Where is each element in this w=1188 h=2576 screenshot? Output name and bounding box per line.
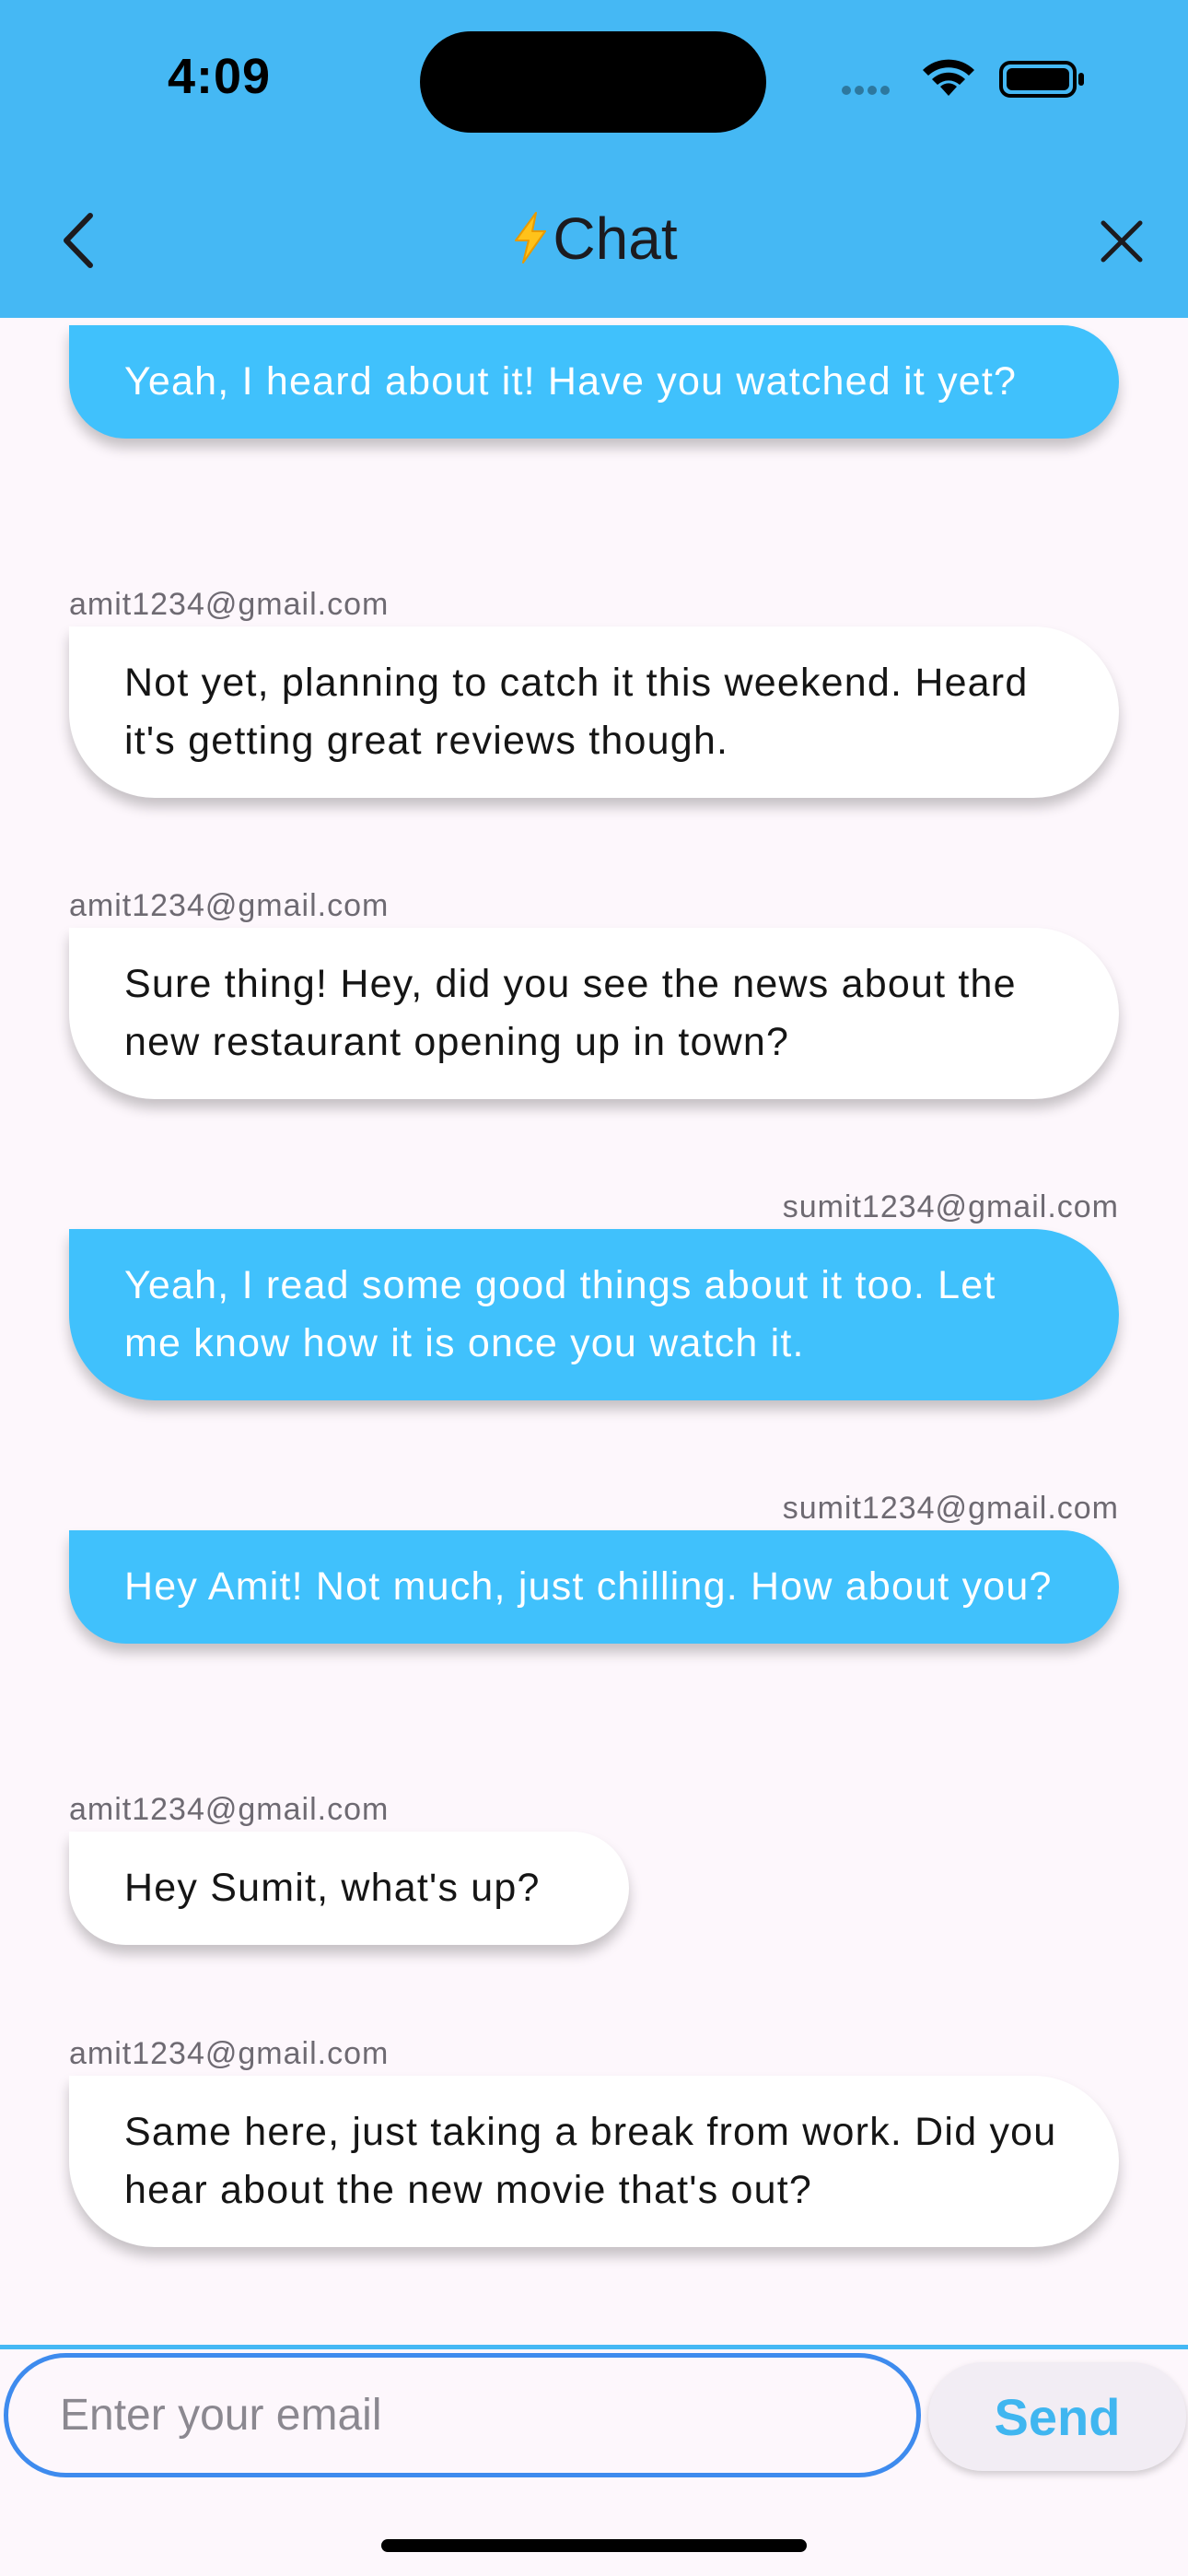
message-bubble-sent: Hey Amit! Not much, just chilling. How a… xyxy=(69,1530,1119,1644)
page-title: Chat xyxy=(0,205,1188,273)
message-text: Not yet, planning to catch it this weeke… xyxy=(124,661,1029,763)
close-icon[interactable] xyxy=(1096,216,1147,267)
message-sender: sumit1234@gmail.com xyxy=(782,1189,1119,1224)
message-input[interactable] xyxy=(4,2353,921,2477)
home-indicator[interactable] xyxy=(381,2539,807,2552)
message-sender: sumit1234@gmail.com xyxy=(782,1491,1119,1526)
message-list[interactable]: Yeah, I heard about it! Have you watched… xyxy=(0,318,1188,2345)
dynamic-island xyxy=(420,31,766,133)
message-bubble-received: Not yet, planning to catch it this weeke… xyxy=(69,626,1119,798)
app-header: 4:09 Chat xyxy=(0,0,1188,318)
message-sender: amit1234@gmail.com xyxy=(69,1792,390,1827)
message-text: Yeah, I heard about it! Have you watched… xyxy=(124,359,1018,404)
lightning-bolt-icon xyxy=(515,212,547,263)
message-bubble-sent: Yeah, I read some good things about it t… xyxy=(69,1229,1119,1400)
battery-icon xyxy=(999,61,1084,98)
message-sender: amit1234@gmail.com xyxy=(69,888,390,923)
message-text: Sure thing! Hey, did you see the news ab… xyxy=(124,962,1017,1064)
message-text: Yeah, I read some good things about it t… xyxy=(124,1263,996,1365)
message-sender: amit1234@gmail.com xyxy=(69,587,390,622)
status-time: 4:09 xyxy=(168,49,272,104)
page-title-text: Chat xyxy=(553,205,678,272)
cellular-signal-icon xyxy=(842,83,893,100)
message-bubble-sent: Yeah, I heard about it! Have you watched… xyxy=(69,325,1119,439)
message-bubble-received: Same here, just taking a break from work… xyxy=(69,2076,1119,2247)
message-sender: amit1234@gmail.com xyxy=(69,2036,390,2071)
message-text: Same here, just taking a break from work… xyxy=(124,2110,1057,2212)
send-button[interactable]: Send xyxy=(928,2362,1186,2471)
wifi-icon xyxy=(923,59,974,96)
message-bubble-received: Sure thing! Hey, did you see the news ab… xyxy=(69,928,1119,1099)
composer-divider xyxy=(0,2345,1188,2349)
message-text: Hey Amit! Not much, just chilling. How a… xyxy=(124,1564,1053,1609)
message-text: Hey Sumit, what's up? xyxy=(124,1866,541,1910)
message-bubble-received: Hey Sumit, what's up? xyxy=(69,1832,629,1945)
